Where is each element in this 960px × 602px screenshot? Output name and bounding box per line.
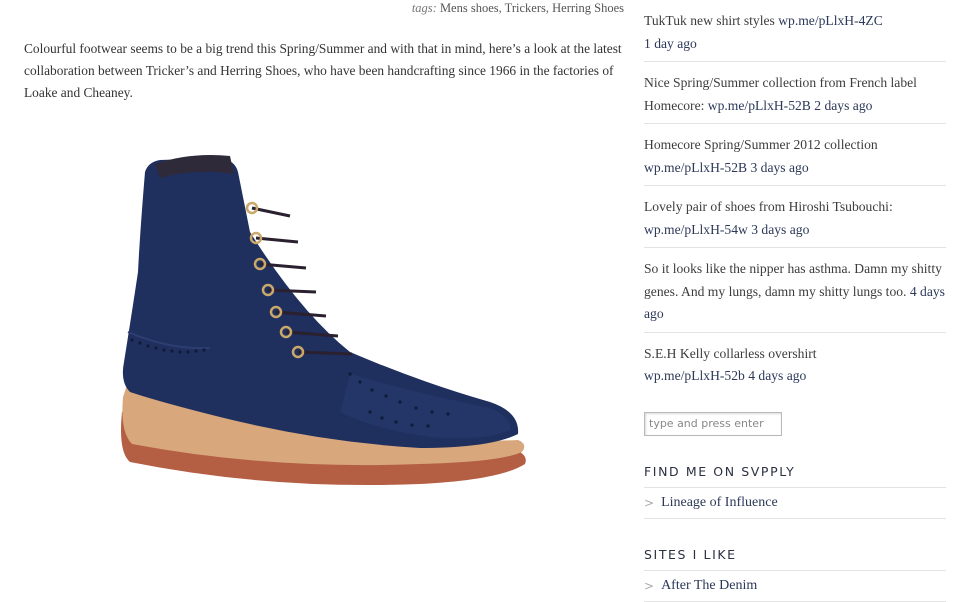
sites-widget-title: SITES I LIKE: [644, 547, 946, 571]
tweet-time[interactable]: 1 day ago: [644, 36, 697, 51]
tweet-item: S.E.H Kelly collarless overshirt wp.me/p…: [644, 333, 946, 394]
tweet-link[interactable]: wp.me/pLlxH-52B: [708, 98, 811, 113]
boot-illustration: [121, 155, 526, 486]
tweet-link[interactable]: wp.me/pLlxH-52b: [644, 368, 745, 383]
tweet-item: TukTuk new shirt styles wp.me/pLlxH-4ZC …: [644, 0, 946, 62]
tweet-time[interactable]: 2 days ago: [814, 98, 872, 113]
svpply-widget-title: FIND ME ON SVPPLY: [644, 464, 946, 488]
tweet-time[interactable]: 3 days ago: [750, 160, 808, 175]
tag-link-herring-shoes[interactable]: Herring Shoes: [552, 1, 624, 15]
sites-link-label: After The Denim: [661, 577, 758, 593]
sidebar: TukTuk new shirt styles wp.me/pLlxH-4ZC …: [644, 0, 946, 602]
tags-label: tags:: [411, 1, 437, 15]
sites-link-item[interactable]: > After The Denim: [644, 571, 946, 602]
tweet-link[interactable]: wp.me/pLlxH-4ZC: [778, 13, 883, 28]
tweet-time[interactable]: 3 days ago: [751, 222, 809, 237]
post-image-navy-brogue-boot: [20, 112, 625, 572]
tweet-text: So it looks like the nipper has asthma. …: [644, 261, 942, 299]
search-input[interactable]: [644, 411, 782, 436]
post-intro-text: Colourful footwear seems to be a big tre…: [24, 41, 622, 100]
svpply-link-label: Lineage of Influence: [661, 494, 778, 510]
tag-link-trickers[interactable]: Trickers: [505, 1, 546, 15]
tweet-text: Homecore Spring/Summer 2012 collection: [644, 137, 878, 152]
twitter-feed: TukTuk new shirt styles wp.me/pLlxH-4ZC …: [644, 0, 946, 394]
chevron-right-icon: >: [644, 495, 655, 510]
tweet-item: Nice Spring/Summer collection from Frenc…: [644, 62, 946, 124]
tweet-time[interactable]: 4 days ago: [748, 368, 806, 383]
tweet-text: Lovely pair of shoes from Hiroshi Tsubou…: [644, 199, 893, 214]
svpply-link-item[interactable]: > Lineage of Influence: [644, 488, 946, 519]
tweet-item: So it looks like the nipper has asthma. …: [644, 248, 946, 333]
post-tags: tags: Mens shoes, Trickers, Herring Shoe…: [411, 1, 624, 15]
tweet-text: TukTuk new shirt styles: [644, 13, 779, 28]
tag-link-mens-shoes[interactable]: Mens shoes: [440, 1, 499, 15]
tweet-link[interactable]: wp.me/pLlxH-52B: [644, 160, 747, 175]
chevron-right-icon: >: [644, 578, 655, 593]
tweet-link[interactable]: wp.me/pLlxH-54w: [644, 222, 748, 237]
tweet-item: Homecore Spring/Summer 2012 collection w…: [644, 124, 946, 186]
tweet-item: Lovely pair of shoes from Hiroshi Tsubou…: [644, 186, 946, 248]
tweet-text: S.E.H Kelly collarless overshirt: [644, 345, 817, 361]
